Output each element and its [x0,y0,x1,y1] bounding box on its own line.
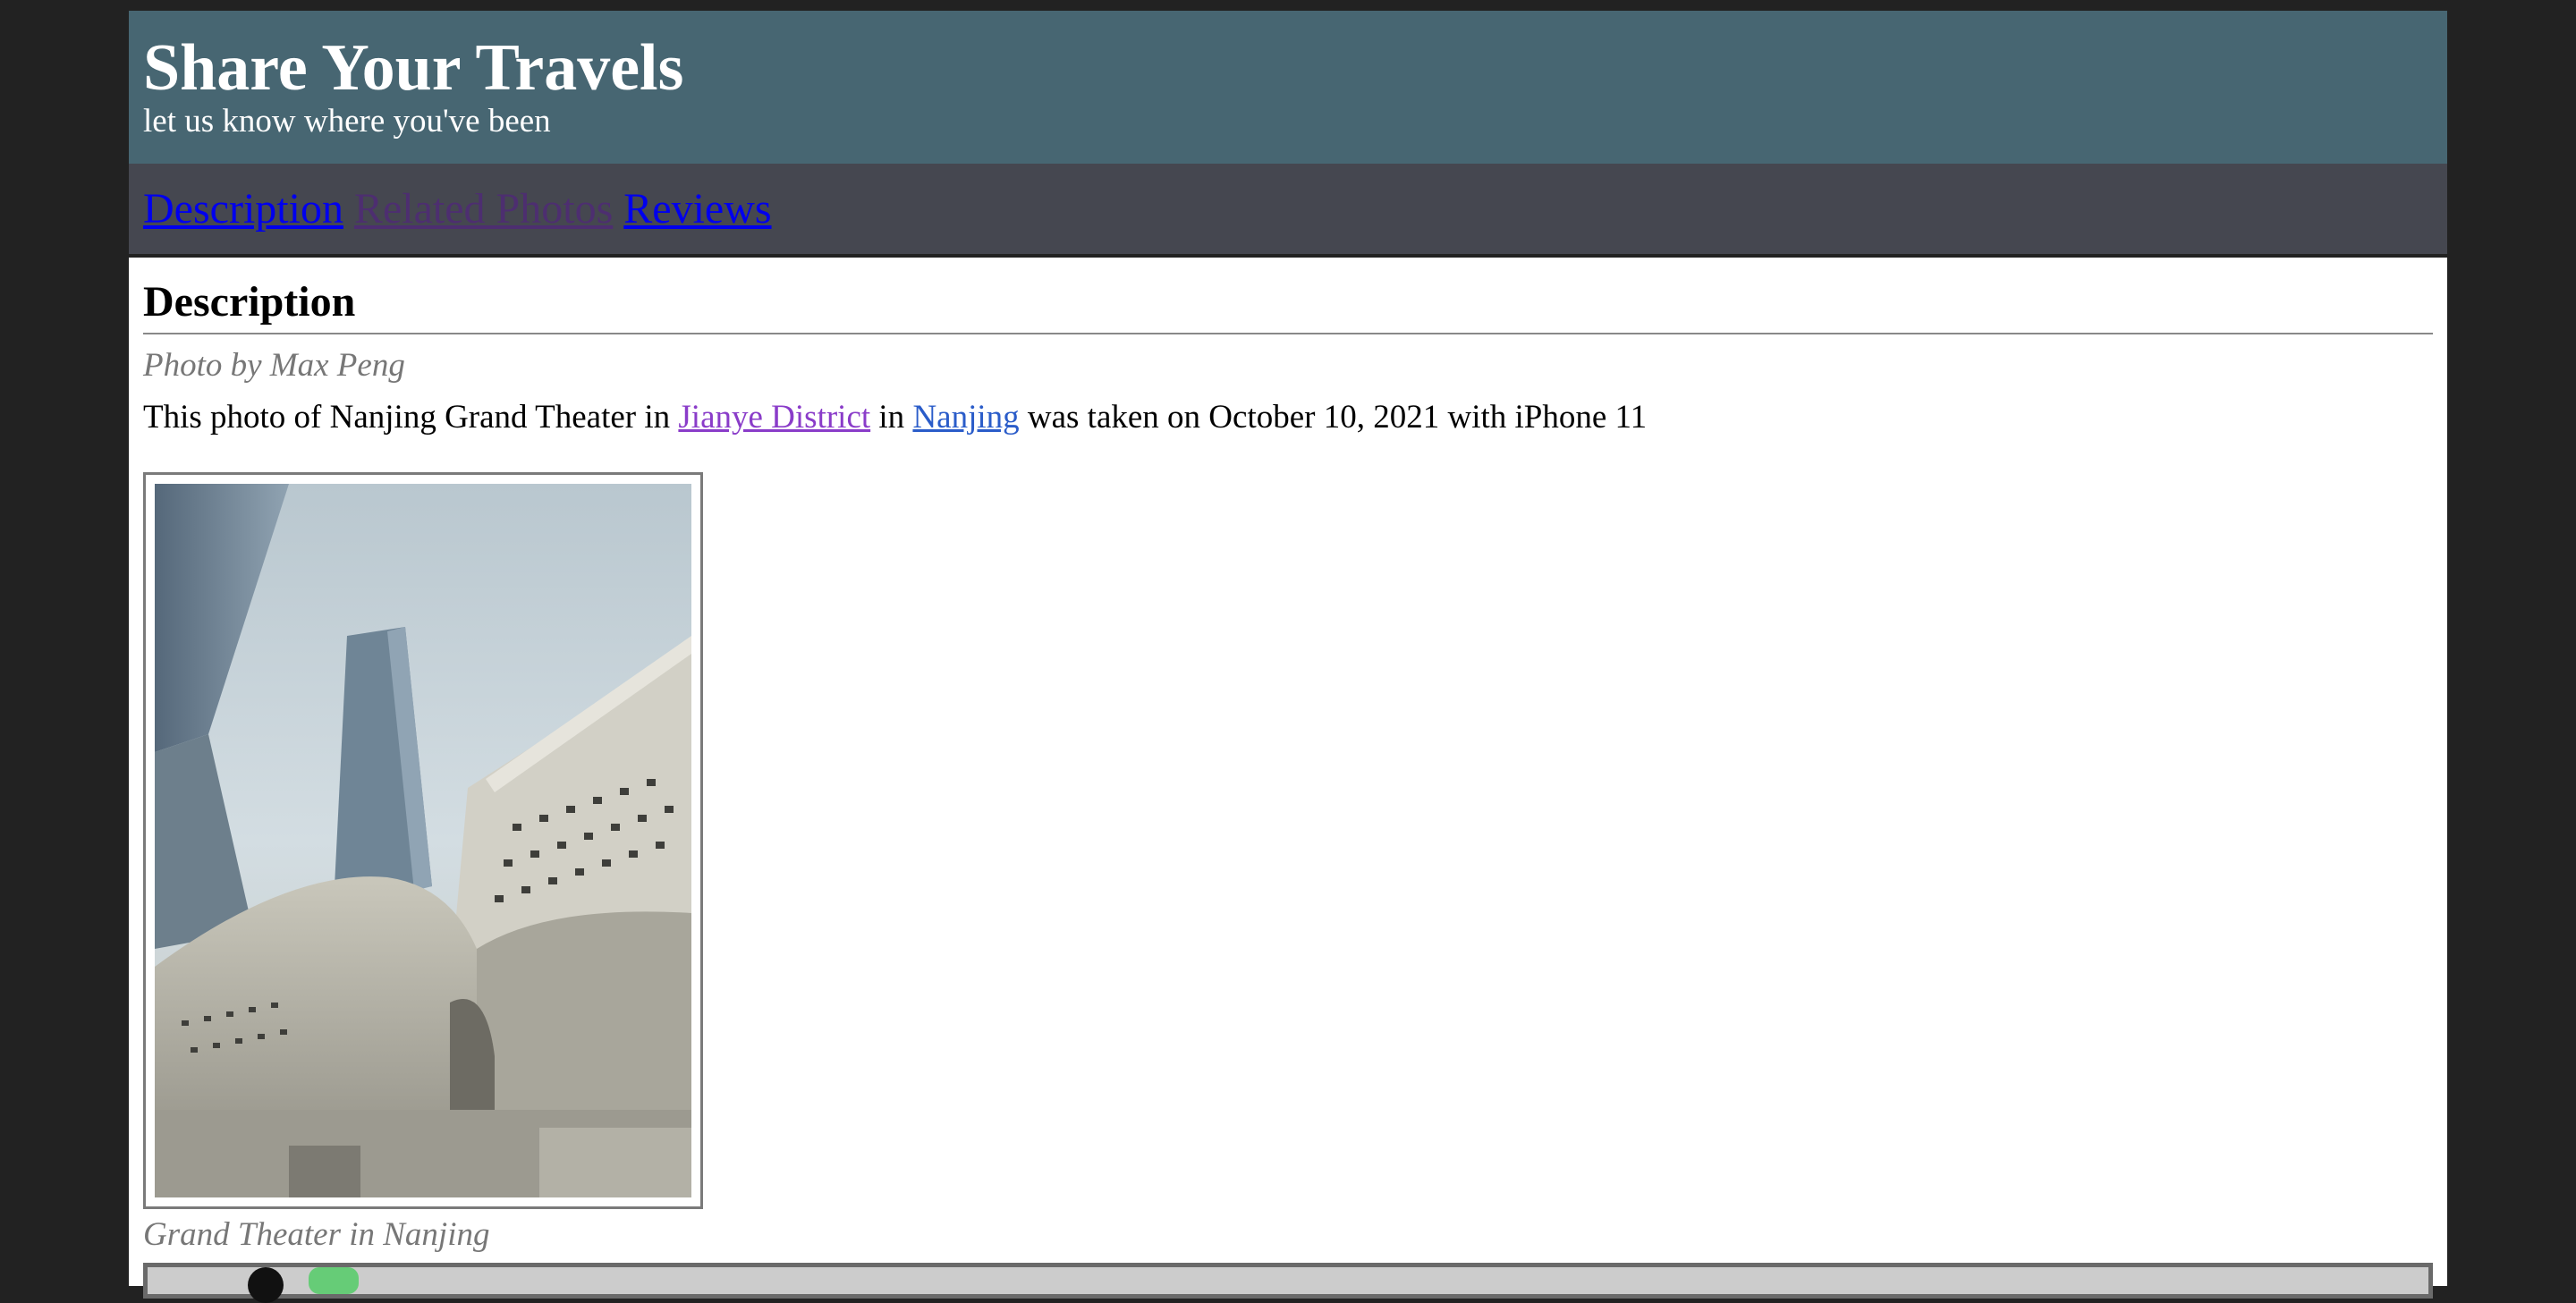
page-container: Share Your Travels let us know where you… [129,11,2447,254]
nav-description-link[interactable]: Description [143,182,343,236]
toolbar-dark-icon[interactable] [248,1267,284,1303]
photo-description: This photo of Nanjing Grand Theater in J… [143,395,2433,440]
main-content: Description Photo by Max Peng This photo… [129,258,2447,1303]
photo-frame [143,472,703,1209]
district-link[interactable]: Jianye District [678,399,870,436]
building-photo-icon [155,484,691,1197]
section-heading: Description [143,258,2433,334]
photo-credit: Photo by Max Peng [143,347,405,384]
toolbar-green-icon[interactable] [309,1267,359,1294]
nav-related-photos-link[interactable]: Related Photos [354,182,613,236]
nav-reviews-link[interactable]: Reviews [623,182,771,236]
description-prefix: This photo of Nanjing Grand Theater in [143,399,671,436]
site-header: Share Your Travels let us know where you… [129,11,2447,164]
main-nav: Description Related Photos Reviews [129,164,2447,254]
site-subtitle: let us know where you've been [143,103,551,140]
site-title: Share Your Travels [143,31,684,105]
city-link[interactable]: Nanjing [912,399,1019,436]
description-in: in [878,399,905,436]
description-suffix: was taken on October 10, 2021 with iPhon… [1027,399,1648,436]
photo-caption: Grand Theater in Nanjing [143,1216,490,1253]
bottom-toolbar [143,1263,2433,1303]
